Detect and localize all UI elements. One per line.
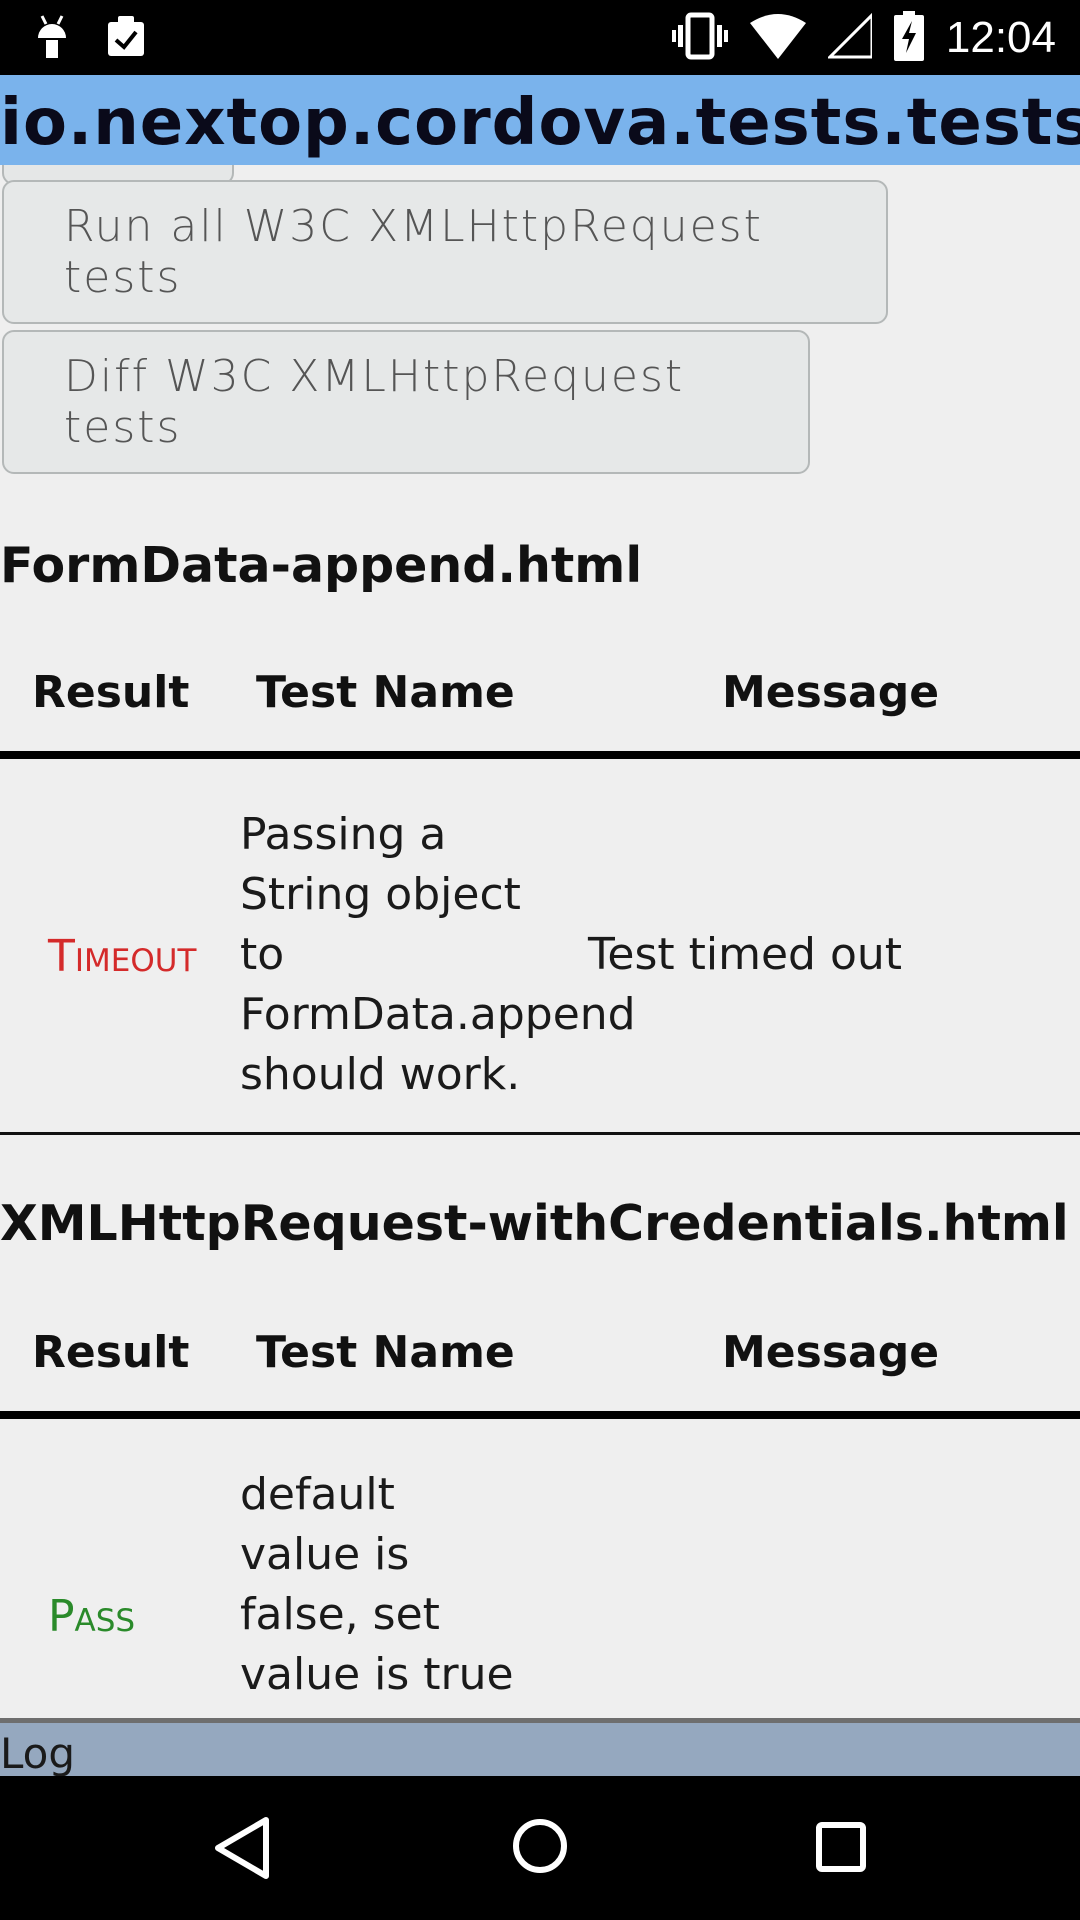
- wifi-icon: [749, 13, 806, 63]
- test-name-line: false, set: [240, 1589, 440, 1640]
- test-name-cell: Passing a String object to FormData.appe…: [240, 805, 636, 1105]
- header-test-name: Test Name: [256, 1327, 515, 1378]
- clock: 12:04: [945, 13, 1056, 62]
- test-results-content[interactable]: Run all W3C XMLHttpRequest tests Diff W3…: [0, 165, 1080, 1718]
- status-bar: 12:04: [0, 0, 1080, 75]
- header-message: Message: [722, 667, 940, 718]
- header-divider: [0, 1411, 1080, 1419]
- clipboard-check-icon: [104, 14, 148, 62]
- android-debug-icon: [34, 12, 70, 64]
- header-result: Result: [32, 667, 190, 718]
- run-all-tests-button[interactable]: Run all W3C XMLHttpRequest tests: [2, 180, 888, 324]
- header-divider: [0, 751, 1080, 759]
- test-name-line: value is true: [240, 1649, 514, 1700]
- recents-icon[interactable]: [816, 1822, 866, 1876]
- app-title-bar: io.nextop.cordova.tests.tests: [0, 75, 1080, 165]
- test-name-cell: default value is false, set value is tru…: [240, 1465, 580, 1705]
- header-test-name: Test Name: [256, 667, 515, 718]
- test-name-line: Passing a: [240, 809, 447, 860]
- result-timeout: Timeout: [48, 931, 197, 982]
- test-name-line: FormData.append: [240, 989, 636, 1040]
- battery-charging-icon: [893, 11, 924, 65]
- diff-tests-button[interactable]: Diff W3C XMLHttpRequest tests: [2, 330, 810, 474]
- section-title: FormData-append.html: [0, 537, 643, 594]
- message-cell: Test timed out: [588, 929, 903, 980]
- header-result: Result: [32, 1327, 190, 1378]
- no-signal-icon: [826, 11, 874, 63]
- test-name-line: value is: [240, 1529, 410, 1580]
- test-name-line: should work.: [240, 1049, 521, 1100]
- test-name-line: default: [240, 1469, 395, 1520]
- vibrate-icon: [671, 11, 728, 65]
- back-icon[interactable]: [214, 1816, 270, 1884]
- system-nav-bar: [0, 1776, 1080, 1920]
- section-title: XMLHttpRequest-withCredentials.html: [0, 1195, 1069, 1252]
- test-name-line: to: [240, 929, 285, 980]
- app-title: io.nextop.cordova.tests.tests: [0, 86, 1080, 160]
- header-message: Message: [722, 1327, 940, 1378]
- result-pass: Pass: [48, 1591, 136, 1642]
- log-label: Log: [0, 1729, 76, 1778]
- home-icon[interactable]: [512, 1818, 568, 1878]
- row-divider: [0, 1132, 1080, 1135]
- test-name-line: String object: [240, 869, 521, 920]
- log-panel[interactable]: Log: [0, 1718, 1080, 1778]
